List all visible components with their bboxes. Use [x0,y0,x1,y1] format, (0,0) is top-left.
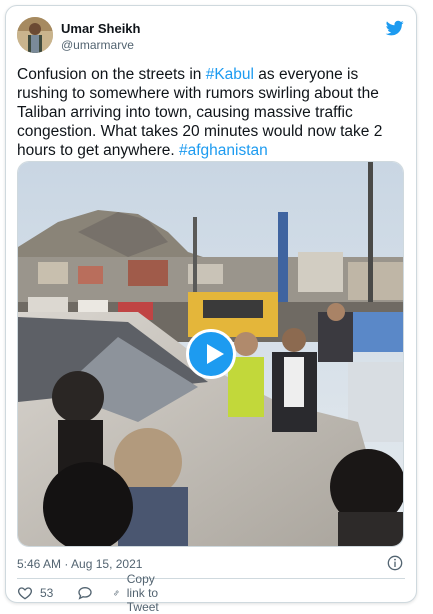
tweet-timestamp[interactable]: 5:46 AM · Aug 15, 2021 [17,557,142,571]
reply-button[interactable] [77,584,93,602]
link-icon [114,590,119,596]
tweet-card[interactable]: Umar Sheikh @umarmarve Confusion on the … [5,5,417,614]
play-icon[interactable] [186,329,236,379]
author-handle[interactable]: @umarmarve [61,38,134,52]
tweet-header: Umar Sheikh @umarmarve [17,17,405,57]
avatar[interactable] [17,17,53,53]
like-count: 53 [40,586,54,600]
video-player[interactable] [17,161,404,547]
hashtag-kabul[interactable]: #Kabul [206,66,254,83]
twitter-bird-icon[interactable] [385,19,405,37]
reply-bubble-icon [78,586,92,600]
heart-icon [17,587,33,600]
tweet-text-part: Confusion on the streets in [17,66,206,83]
copy-link-label: Copy link to Tweet [126,572,159,614]
hashtag-afghanistan[interactable]: #afghanistan [179,142,268,159]
divider [17,578,405,579]
copy-link-button[interactable]: Copy link to Tweet [113,572,168,614]
like-button[interactable]: 53 [17,584,53,602]
info-icon[interactable] [387,555,403,571]
author-name[interactable]: Umar Sheikh [61,21,140,36]
tweet-text: Confusion on the streets in #Kabul as ev… [17,65,409,160]
